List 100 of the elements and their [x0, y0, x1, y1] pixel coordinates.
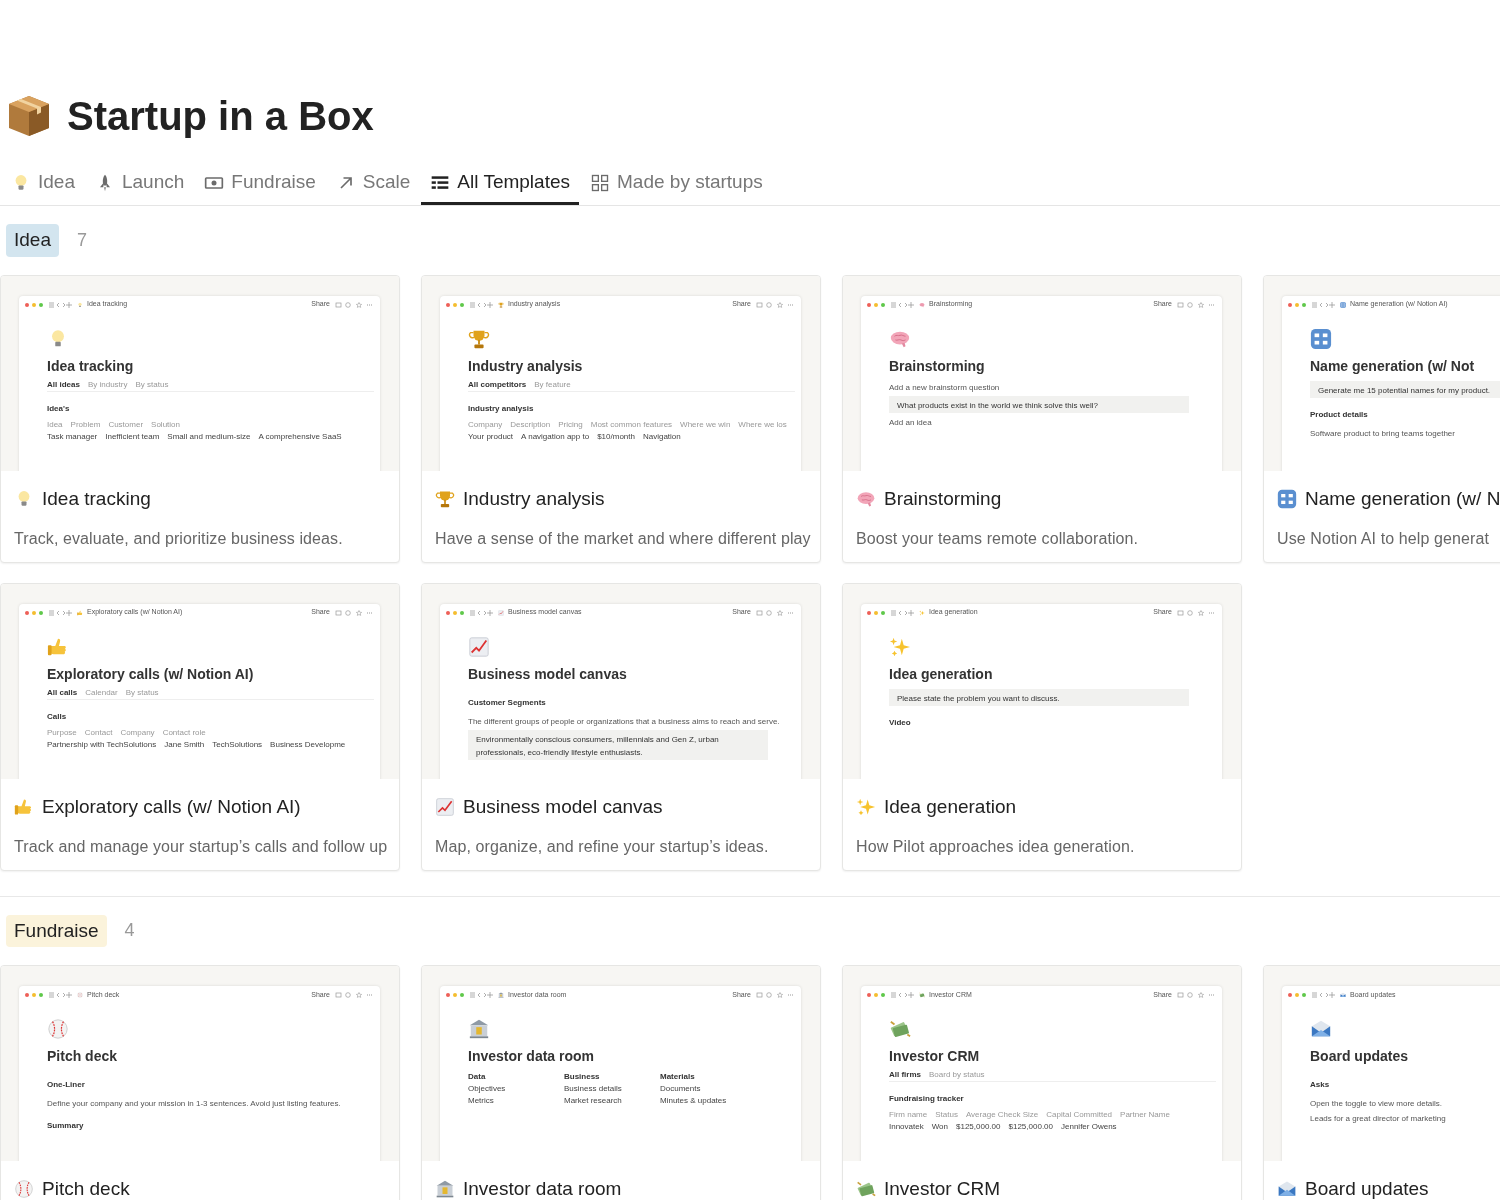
card-title: Industry analysis: [463, 486, 605, 511]
letters-tile-icon: [1310, 327, 1332, 350]
preview-view-label: All calls: [47, 687, 78, 698]
window-controls-icon: [446, 610, 466, 615]
nav-icon: [1312, 301, 1336, 308]
preview-section-title: One-Liner: [47, 1080, 85, 1089]
window-controls-icon: [867, 993, 887, 997]
toolbar-drawing: [1176, 301, 1216, 308]
toolbar-drawing: [1176, 609, 1216, 616]
card-title: Board updates: [1305, 1177, 1429, 1200]
hand-icon: [77, 609, 83, 616]
ball-icon: [14, 1179, 34, 1200]
preview-item-text: Business details: [564, 1084, 623, 1094]
preview-heading: Exploratory calls (w/ Notion AI): [47, 665, 254, 682]
nav-icon: [891, 992, 915, 998]
template-card[interactable]: [0, 274, 400, 563]
nav-icon: [470, 609, 494, 616]
sparkles-icon: [919, 609, 925, 616]
preview-column-label: Capital Committed: [1046, 1110, 1113, 1120]
ball-icon: [47, 1018, 69, 1040]
preview-view-label: All firms: [889, 1070, 921, 1080]
preview-item-text: Documents: [660, 1084, 702, 1094]
preview-item-text: A navigation app to: [521, 431, 590, 442]
preview-column-label: Average Check Size: [965, 1110, 1039, 1120]
preview-heading: Name generation (w/ Not: [1310, 357, 1475, 374]
window-controls-icon: [867, 302, 887, 307]
preview-text: The different groups of people or organizations that a business aims to reach and serve.: [468, 716, 780, 726]
window-controls-icon: [25, 610, 45, 615]
template-card[interactable]: [421, 274, 821, 563]
preview-text: Add an idea: [889, 417, 932, 427]
grid-icon: [590, 172, 610, 193]
view-tab[interactable]: Fundraise: [195, 163, 325, 205]
preview-column-label: Company: [120, 727, 155, 738]
window-controls-icon: [1288, 993, 1308, 997]
preview-view-label: By status: [135, 379, 169, 390]
preview-view-label: All ideas: [47, 379, 80, 390]
preview-item-text: Inefficient team: [105, 431, 160, 442]
card-description: Track and manage your startup’s calls and follow up: [14, 838, 388, 855]
preview-view-label: By industry: [87, 379, 128, 390]
preview-item-text: Market research: [564, 1096, 623, 1106]
preview-column-label: Partner Name: [1120, 1110, 1170, 1120]
brain-icon: [919, 301, 925, 308]
trophy-icon: [498, 301, 504, 308]
preview-column-label: Status: [935, 1110, 958, 1120]
chart-icon: [498, 609, 504, 616]
preview-column-label: Problem: [70, 419, 101, 430]
letters-tile-icon: [1340, 301, 1346, 308]
cash-icon: [889, 1018, 911, 1040]
nav-icon: [891, 609, 915, 616]
template-card[interactable]: [0, 582, 400, 871]
preview-item-text: Business Developme: [270, 739, 346, 750]
card-description: Map, organize, and refine your startup’s ideas.: [435, 838, 769, 855]
preview-callout-text: Generate me 15 potential names for my product.: [1318, 385, 1491, 395]
card-title: Idea generation: [884, 794, 1017, 819]
preview-section-title: Summary: [47, 1121, 84, 1130]
preview-heading: Idea tracking: [47, 357, 134, 374]
preview-item-text: Small and medium-size: [167, 431, 251, 442]
letters-tile-icon: [1277, 488, 1297, 509]
preview-item-text: Won: [931, 1122, 948, 1132]
card-title: Name generation (w/ N: [1305, 486, 1500, 511]
group-label: Idea: [6, 224, 59, 257]
view-tab[interactable]: All Templates: [421, 163, 579, 205]
nav-icon: [49, 301, 73, 308]
preview-view-label: By status: [125, 687, 159, 698]
template-card[interactable]: [842, 965, 1242, 1200]
toolbar-drawing: [334, 992, 374, 998]
preview-item-text: Navigation: [642, 431, 681, 442]
window-controls-icon: [867, 610, 887, 615]
preview-column-label: Pricing: [558, 419, 583, 430]
lightbulb-icon: [77, 301, 83, 308]
preview-text: Add a new brainstorm question: [889, 382, 1000, 392]
template-card[interactable]: [421, 582, 821, 871]
window-controls-icon: [25, 302, 45, 307]
preview-heading: Idea generation: [889, 665, 993, 682]
preview-column-label: Contact role: [162, 727, 206, 738]
preview-item-text: $125,000.00: [956, 1122, 1001, 1132]
cash-icon: [919, 992, 925, 998]
preview-item-text: A comprehensive SaaS: [258, 431, 342, 442]
group-label: Fundraise: [6, 914, 107, 947]
window-controls-icon: [446, 302, 466, 307]
view-tab[interactable]: Scale: [326, 163, 420, 205]
view-tab[interactable]: Launch: [86, 163, 194, 205]
bank-icon: [468, 1018, 490, 1040]
preview-text: Leads for a great director of marketing: [1310, 1114, 1446, 1123]
preview-column-label: Idea: [47, 419, 63, 430]
preview-column-label: Firm name: [889, 1110, 928, 1120]
preview-column-label: Where we win: [680, 419, 731, 430]
preview-column-title: Business: [564, 1072, 601, 1082]
preview-item-text: Objectives: [468, 1084, 507, 1094]
preview-section-title: Industry analysis: [468, 403, 534, 413]
card-title: Investor CRM: [884, 1177, 1001, 1200]
card-description: Use Notion AI to help generat: [1277, 530, 1489, 547]
preview-heading: Industry analysis: [468, 357, 583, 374]
view-tab[interactable]: Idea: [2, 163, 84, 205]
preview-column-title: Data: [468, 1072, 487, 1082]
view-tab[interactable]: Made by startups: [581, 163, 772, 205]
card-title: Exploratory calls (w/ Notion AI): [42, 794, 301, 819]
preview-section-title: Fundraising tracker: [889, 1094, 964, 1103]
card-description: Track, evaluate, and prioritize business ideas.: [14, 530, 343, 547]
preview-column-label: Description: [510, 419, 551, 430]
